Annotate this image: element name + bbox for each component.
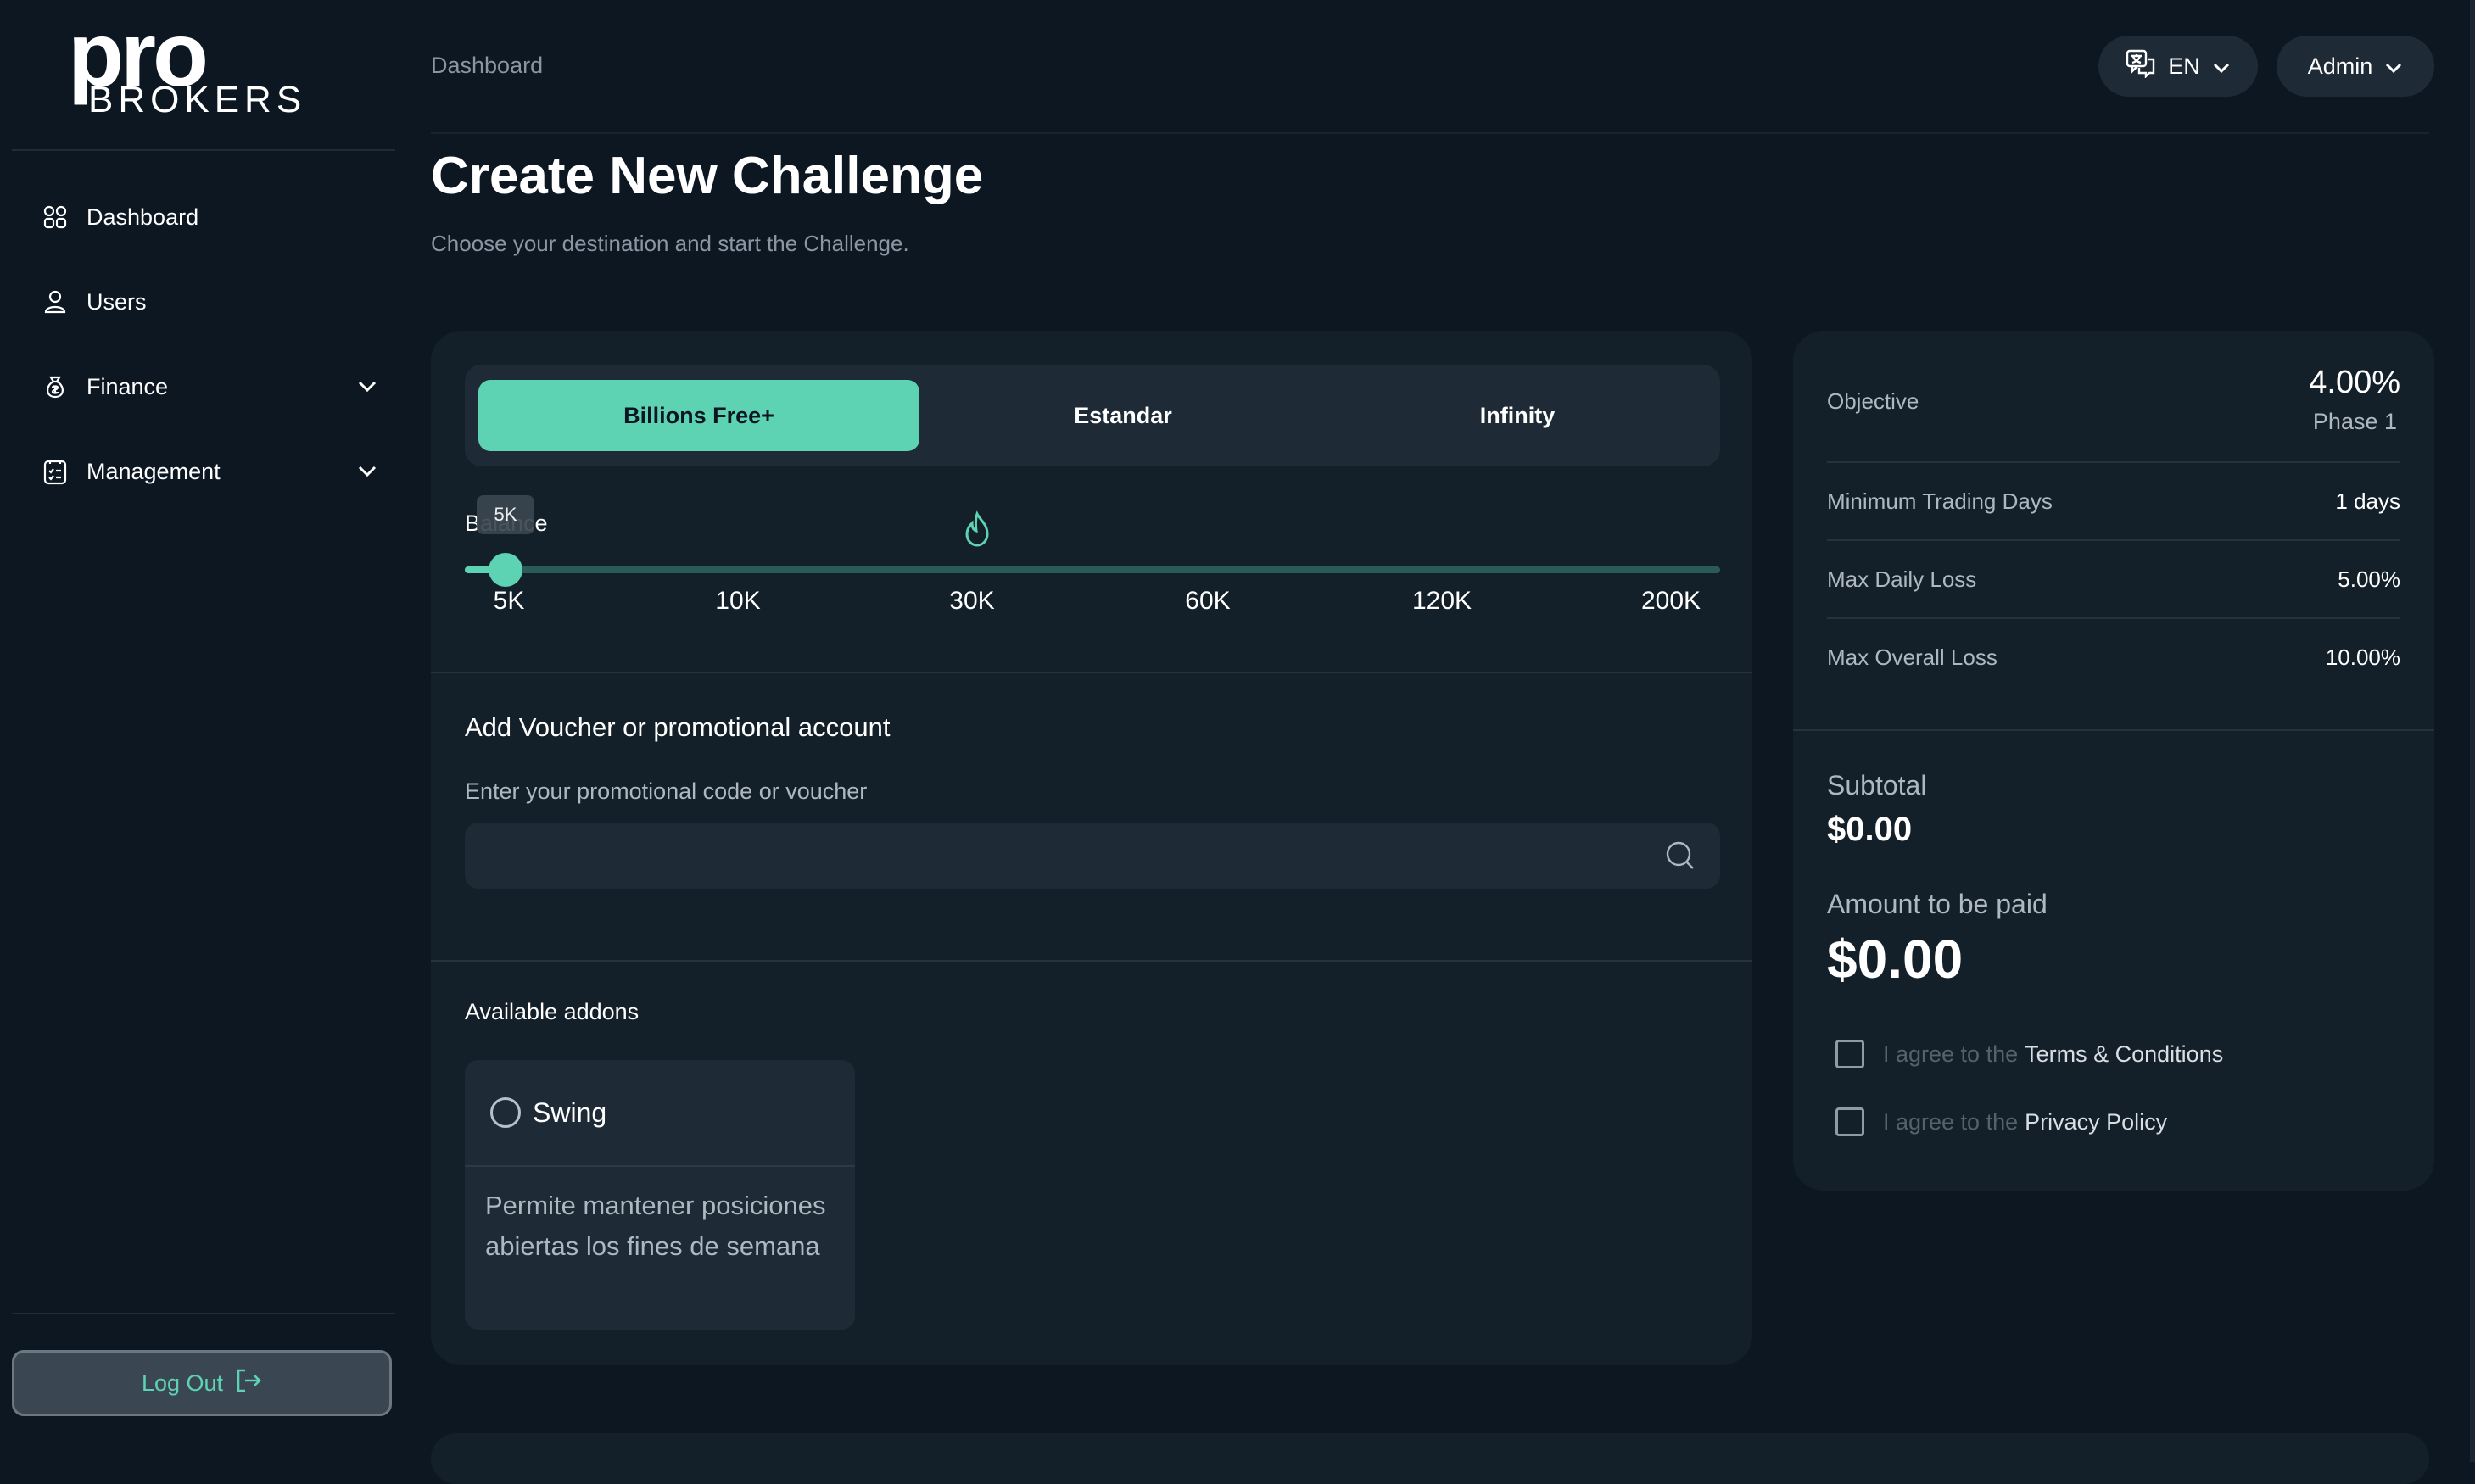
chevron-down-icon[interactable]: [355, 374, 380, 399]
sidebar-item-finance[interactable]: Finance: [41, 361, 380, 412]
sidebar-item-users[interactable]: Users: [41, 276, 380, 327]
sidebar-item-label: Users: [87, 288, 147, 315]
balance-slider-track[interactable]: [465, 566, 1720, 573]
page-title: Create New Challenge: [431, 147, 984, 205]
money-bag-icon: [41, 372, 70, 401]
summary-row: Minimum Trading Days 1 days: [1827, 488, 2400, 515]
balance-slider-thumb[interactable]: [489, 553, 522, 587]
addon-description: Permite mantener posiciones abiertas los…: [485, 1191, 826, 1261]
summary-row-value: 5.00%: [2338, 566, 2400, 592]
voucher-field-label: Enter your promotional code or voucher: [465, 778, 868, 804]
summary-divider: [1827, 539, 2400, 541]
user-menu-label: Admin: [2307, 53, 2373, 79]
logout-button[interactable]: Log Out: [12, 1350, 392, 1416]
balance-option-5k[interactable]: 5K: [494, 587, 525, 616]
search-icon[interactable]: [1664, 840, 1696, 872]
translate-icon: [2126, 49, 2156, 84]
balance-option-120k[interactable]: 120K: [1412, 587, 1472, 616]
probrokers-logo[interactable]: pro BROKERS: [68, 8, 339, 120]
terms-checkbox[interactable]: [1835, 1040, 1864, 1068]
summary-row-value: 10.00%: [2325, 644, 2400, 670]
breadcrumb[interactable]: Dashboard: [431, 53, 543, 79]
sidebar-item-management[interactable]: Management: [41, 446, 380, 497]
addon-swing-toggle[interactable]: Swing: [465, 1060, 855, 1167]
section-divider: [431, 672, 1752, 673]
voucher-section-title: Add Voucher or promotional account: [465, 712, 891, 742]
addons-section-title: Available addons: [465, 999, 640, 1024]
section-divider: [431, 960, 1752, 962]
addon-card-swing: Swing Permite mantener posiciones abiert…: [465, 1060, 855, 1330]
terms-link[interactable]: Terms & Conditions: [2025, 1041, 2223, 1068]
chevron-down-icon[interactable]: [355, 459, 380, 484]
summary-section-divider: [1793, 729, 2434, 731]
balance-option-30k[interactable]: 30K: [949, 587, 994, 616]
terms-agreement-row: I agree to the Terms & Conditions: [1835, 1040, 2223, 1068]
privacy-checkbox[interactable]: [1835, 1107, 1864, 1136]
user-menu-button[interactable]: Admin: [2277, 36, 2434, 97]
window-edge: [2470, 0, 2475, 1462]
fire-icon: [960, 510, 994, 548]
balance-option-200k[interactable]: 200K: [1641, 587, 1701, 616]
next-section-card: [431, 1433, 2429, 1484]
amount-due-label: Amount to be paid: [1827, 889, 2048, 919]
agreement-prefix: I agree to the: [1883, 1040, 2019, 1067]
tab-infinity[interactable]: Infinity: [1327, 380, 1708, 451]
chevron-down-icon: [2384, 53, 2403, 80]
page-subtitle: Choose your destination and start the Ch…: [431, 231, 909, 256]
balance-option-10k[interactable]: 10K: [715, 587, 760, 616]
sidebar-item-dashboard[interactable]: Dashboard: [41, 192, 380, 243]
user-icon: [41, 287, 70, 316]
objective-phase: Phase 1: [2312, 409, 2397, 434]
sidebar-divider: [12, 149, 395, 151]
balance-option-60k[interactable]: 60K: [1185, 587, 1230, 616]
challenge-type-tabs: Billions Free+ Estandar Infinity: [465, 365, 1720, 466]
slider-value-tooltip: 5K: [477, 495, 534, 534]
objective-label: Objective: [1827, 388, 1919, 414]
logo-sub-text: BROKERS: [88, 79, 307, 120]
summary-row-value: 1 days: [2335, 488, 2400, 514]
privacy-agreement-row: I agree to the Privacy Policy: [1835, 1107, 2167, 1136]
subtotal-value: $0.00: [1827, 811, 1913, 848]
objective-value: 4.00%: [2309, 365, 2400, 400]
privacy-policy-link[interactable]: Privacy Policy: [2025, 1109, 2167, 1135]
addon-name: Swing: [533, 1096, 607, 1128]
sidebar: pro BROKERS Dashboard Users Finance Mana…: [0, 0, 404, 1462]
amount-due-value: $0.00: [1827, 929, 1964, 990]
summary-divider: [1827, 461, 2400, 463]
dashboard-grid-icon: [41, 203, 70, 232]
clipboard-check-icon: [41, 457, 70, 486]
sidebar-item-label: Dashboard: [87, 204, 199, 230]
logout-label: Log Out: [141, 1370, 224, 1396]
summary-row-label: Minimum Trading Days: [1827, 488, 2053, 514]
tab-estandar[interactable]: Estandar: [928, 380, 1318, 451]
summary-row: Max Daily Loss 5.00%: [1827, 566, 2400, 593]
tab-billions-free-plus[interactable]: Billions Free+: [478, 380, 919, 451]
language-label: EN: [2168, 53, 2200, 79]
summary-row-label: Max Overall Loss: [1827, 644, 1997, 670]
summary-row: Max Overall Loss 10.00%: [1827, 644, 2400, 671]
sidebar-item-label: Finance: [87, 373, 169, 399]
header-divider: [431, 132, 2429, 134]
subtotal-label: Subtotal: [1827, 770, 1927, 801]
sidebar-item-label: Management: [87, 458, 221, 484]
summary-row-label: Max Daily Loss: [1827, 566, 1977, 592]
summary-divider: [1827, 617, 2400, 619]
language-selector[interactable]: EN: [2098, 36, 2258, 97]
chevron-down-icon: [2212, 53, 2231, 80]
addon-radio[interactable]: [490, 1097, 521, 1128]
voucher-input[interactable]: [465, 823, 1720, 889]
agreement-prefix: I agree to the: [1883, 1108, 2019, 1135]
sidebar-divider: [12, 1313, 395, 1314]
logout-icon: [235, 1368, 262, 1399]
